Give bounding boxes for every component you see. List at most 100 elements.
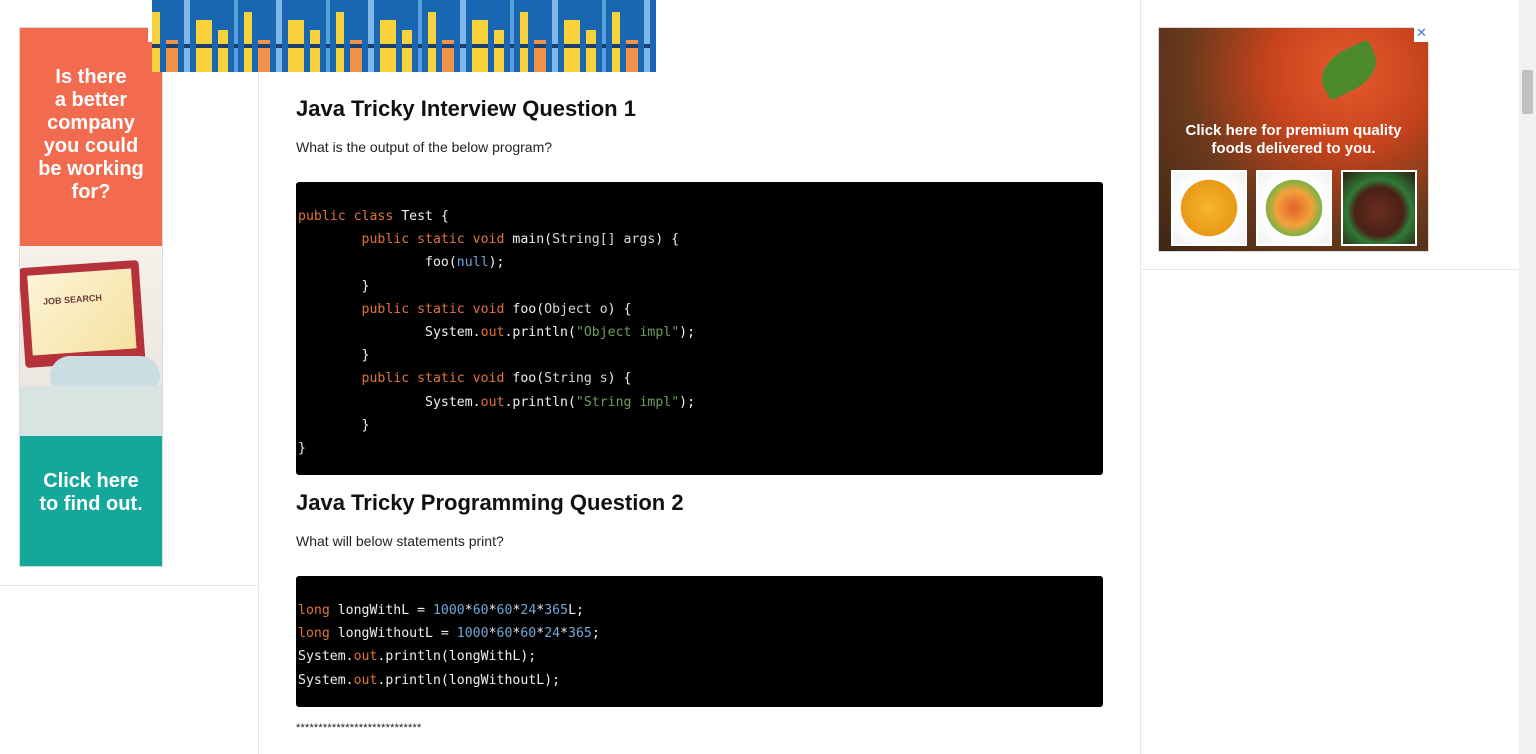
code-line: System.out.println(longWithoutL); bbox=[298, 669, 1103, 692]
separator-stars: **************************** bbox=[296, 722, 422, 734]
banner-book-spine bbox=[644, 0, 650, 72]
scrollbar-thumb[interactable] bbox=[1522, 70, 1533, 114]
question-2-prompt: What will below statements print? bbox=[296, 533, 504, 549]
left-advertisement[interactable]: Is there a better company you could be w… bbox=[19, 27, 163, 567]
food-image-vegetables bbox=[1256, 170, 1332, 246]
banner-book-spine bbox=[326, 0, 330, 72]
banner-book-spine bbox=[520, 12, 528, 72]
code-token: public static void bbox=[298, 232, 513, 248]
code-token: foo( bbox=[298, 255, 457, 271]
banner-book-band bbox=[166, 44, 178, 48]
code-token: public class bbox=[298, 209, 402, 224]
banner-book-band bbox=[402, 44, 412, 48]
code-token: .println(longWithL); bbox=[377, 649, 537, 665]
right-ad-tagline: Click here for premium quality foods del… bbox=[1159, 122, 1428, 158]
left-ad-headline: Is there a better company you could be w… bbox=[20, 28, 162, 246]
banner-book-band bbox=[520, 44, 528, 48]
code-token: longWithoutL = bbox=[337, 626, 457, 642]
banner-book-band bbox=[380, 44, 396, 48]
code-token: } bbox=[298, 278, 370, 294]
code-line: public static void foo(String s) { bbox=[298, 367, 1103, 390]
code-line: public static void main(String[] args) { bbox=[298, 228, 1103, 251]
code-token: 365 bbox=[568, 626, 592, 642]
code-token: * bbox=[488, 626, 497, 642]
code-token: out bbox=[353, 672, 378, 688]
left-ad-headline-line: Is there bbox=[55, 66, 127, 88]
header-banner-image bbox=[152, 0, 656, 72]
banner-book-spine bbox=[612, 12, 620, 72]
banner-book-band bbox=[310, 44, 320, 48]
code-token: Object o bbox=[544, 301, 608, 317]
left-ad-cta-line: Click here bbox=[43, 470, 139, 492]
code-token: 24 bbox=[544, 626, 561, 642]
banner-book-band bbox=[644, 44, 650, 48]
banner-book-band bbox=[336, 44, 344, 48]
left-ad-headline-line: for? bbox=[71, 181, 111, 203]
banner-book-band bbox=[368, 44, 374, 48]
left-ad-cta-line: to find out. bbox=[39, 493, 143, 515]
banner-book-spine bbox=[368, 0, 374, 72]
close-icon[interactable]: ✕ bbox=[1414, 27, 1429, 42]
code-token: ); bbox=[679, 324, 696, 340]
left-ad-headline-line: you could bbox=[43, 135, 139, 157]
code-token: 1000 bbox=[456, 626, 489, 642]
code-token: 24 bbox=[520, 603, 537, 618]
right-advertisement[interactable]: Click here for premium quality foods del… bbox=[1158, 27, 1429, 252]
banner-book-band bbox=[184, 44, 190, 48]
banner-book-band bbox=[418, 44, 422, 48]
laptop-screen: JOB SEARCH bbox=[27, 268, 137, 356]
banner-book-spine bbox=[552, 0, 558, 72]
code-line: System.out.println(longWithL); bbox=[298, 645, 1103, 668]
banner-book-spine bbox=[586, 30, 596, 72]
question-2-title: Java Tricky Programming Question 2 bbox=[296, 490, 684, 515]
banner-book-band bbox=[196, 44, 212, 48]
right-ad-tagline-line: Click here for premium quality bbox=[1185, 122, 1402, 139]
left-ad-headline-line: company bbox=[47, 112, 135, 134]
right-ad-tagline-line: foods delivered to you. bbox=[1211, 140, 1376, 157]
code-token: Test { bbox=[401, 209, 449, 224]
banner-book-spine bbox=[510, 0, 514, 72]
code-line: System.out.println("String impl"); bbox=[298, 391, 1103, 414]
banner-book-spine bbox=[152, 12, 160, 72]
banner-book-band bbox=[428, 44, 436, 48]
banner-book-band bbox=[326, 44, 330, 48]
code-token: 60 bbox=[496, 626, 513, 642]
code-token: main( bbox=[512, 232, 553, 248]
banner-book-spine bbox=[234, 0, 238, 72]
code-token: long bbox=[298, 603, 338, 618]
code-token: ); bbox=[488, 255, 505, 271]
code-token: 365 bbox=[544, 603, 569, 618]
code-token: .println( bbox=[504, 324, 576, 340]
code-token: String[] args bbox=[552, 232, 656, 248]
code-token: out bbox=[353, 649, 378, 665]
code-token: 1000 bbox=[432, 603, 465, 618]
code-line: public class Test { bbox=[298, 205, 1103, 228]
banner-book-band bbox=[244, 44, 252, 48]
code-token: * bbox=[464, 603, 473, 618]
code-token: 60 bbox=[520, 626, 537, 642]
banner-book-band bbox=[510, 44, 514, 48]
banner-book-spine bbox=[602, 0, 606, 72]
banner-book-spine bbox=[244, 12, 252, 72]
laptop-illustration: JOB SEARCH bbox=[20, 259, 146, 369]
banner-book-band bbox=[442, 44, 454, 48]
code-token: ) { bbox=[607, 301, 632, 317]
code-line: } bbox=[298, 437, 1103, 460]
code-token: public static void bbox=[298, 301, 513, 317]
question-1-title: Java Tricky Interview Question 1 bbox=[296, 96, 636, 121]
vertical-scrollbar[interactable] bbox=[1519, 0, 1536, 754]
code-line: } bbox=[298, 275, 1103, 298]
code-token: System. bbox=[298, 649, 354, 665]
banner-book-band bbox=[152, 44, 160, 48]
code-token: 60 bbox=[496, 603, 513, 618]
banner-book-band bbox=[276, 44, 282, 48]
question-1-prompt: What is the output of the below program? bbox=[296, 139, 553, 155]
food-image-beef bbox=[1341, 170, 1417, 246]
left-sidebar-lower bbox=[0, 586, 259, 754]
code-token: ) { bbox=[607, 371, 632, 387]
code-token: String s bbox=[544, 371, 608, 387]
code-token: long bbox=[298, 626, 338, 642]
code-line: public static void foo(Object o) { bbox=[298, 298, 1103, 321]
left-ad-cta[interactable]: Click here to find out. bbox=[20, 436, 162, 566]
code-token: foo( bbox=[512, 371, 545, 387]
